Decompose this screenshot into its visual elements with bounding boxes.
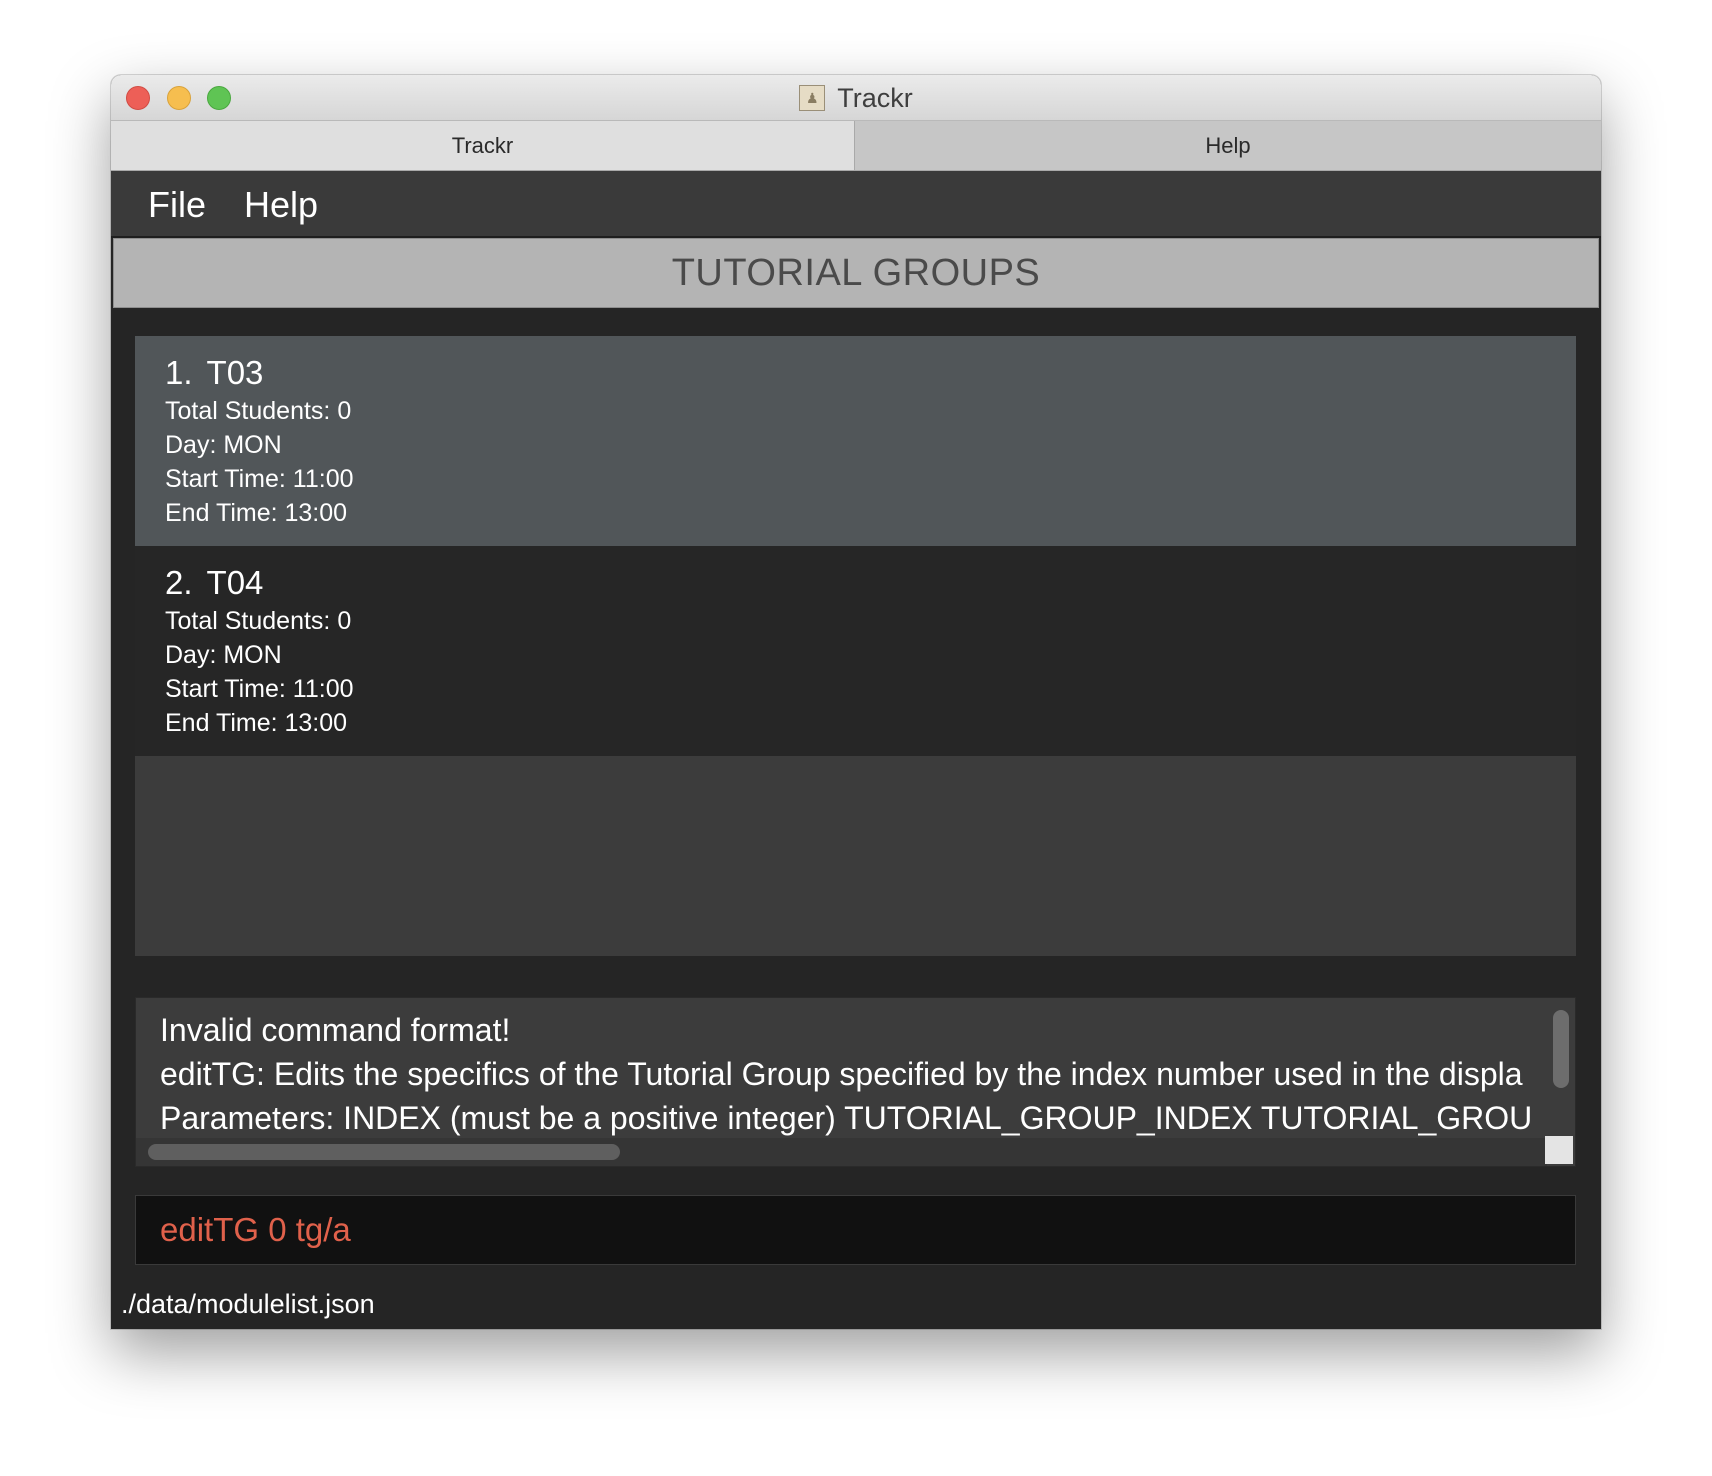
menu-file[interactable]: File (148, 184, 206, 226)
window-title: Trackr (837, 82, 913, 113)
horizontal-scrollbar[interactable] (136, 1138, 1547, 1166)
tutorial-group-index: 2. (165, 564, 193, 601)
total-students: Total Students: 0 (165, 397, 352, 425)
title-bar[interactable]: ♟ Trackr (111, 75, 1601, 121)
result-line: Invalid command format! (160, 1012, 511, 1048)
tutorial-group-name: T04 (206, 564, 264, 601)
vertical-scrollbar[interactable] (1547, 998, 1575, 1138)
menu-bar: File Help (111, 171, 1601, 238)
total-students: Total Students: 0 (165, 607, 352, 635)
result-line: editTG: Edits the specifics of the Tutor… (160, 1056, 1523, 1092)
start-time: Start Time: 11:00 (165, 675, 354, 703)
section-title: TUTORIAL GROUPS (113, 238, 1599, 308)
day: Day: MON (165, 641, 282, 669)
tutorial-group-name: T03 (206, 354, 264, 391)
horizontal-scrollbar-thumb[interactable] (148, 1144, 620, 1160)
save-file-path: ./data/modulelist.json (121, 1289, 375, 1319)
tutorial-group-list[interactable]: 1. T03 Total Students: 0 Day: MON Start T… (135, 336, 1576, 956)
day: Day: MON (165, 431, 282, 459)
tab-help[interactable]: Help (855, 121, 1601, 170)
vertical-scrollbar-thumb[interactable] (1553, 1010, 1569, 1088)
tab-bar: Trackr Help (111, 121, 1601, 171)
window-title-group: ♟ Trackr (111, 75, 1601, 121)
status-bar: ./data/modulelist.json (111, 1280, 1601, 1329)
result-text: Invalid command format! editTG: Edits th… (160, 1008, 1530, 1142)
tutorial-group-card[interactable]: 1. T03 Total Students: 0 Day: MON Start T… (135, 336, 1576, 546)
tutorial-group-title: 2. T04 (165, 564, 1576, 602)
tutorial-group-card[interactable]: 2. T04 Total Students: 0 Day: MON Start T… (135, 546, 1576, 756)
command-box (135, 1195, 1576, 1265)
end-time: End Time: 13:00 (165, 709, 348, 737)
command-input[interactable] (160, 1211, 1540, 1249)
end-time: End Time: 13:00 (165, 499, 348, 527)
tutorial-group-index: 1. (165, 354, 193, 391)
scrollbar-corner (1545, 1136, 1573, 1164)
app-icon: ♟ (799, 85, 826, 111)
result-display[interactable]: Invalid command format! editTG: Edits th… (135, 997, 1576, 1167)
menu-help[interactable]: Help (244, 184, 318, 226)
tutorial-group-title: 1. T03 (165, 354, 1576, 392)
tab-trackr[interactable]: Trackr (111, 121, 855, 170)
start-time: Start Time: 11:00 (165, 465, 354, 493)
result-line: Parameters: INDEX (must be a positive in… (160, 1100, 1530, 1136)
app-window: ♟ Trackr Trackr Help File Help TUTORIAL … (111, 75, 1601, 1329)
